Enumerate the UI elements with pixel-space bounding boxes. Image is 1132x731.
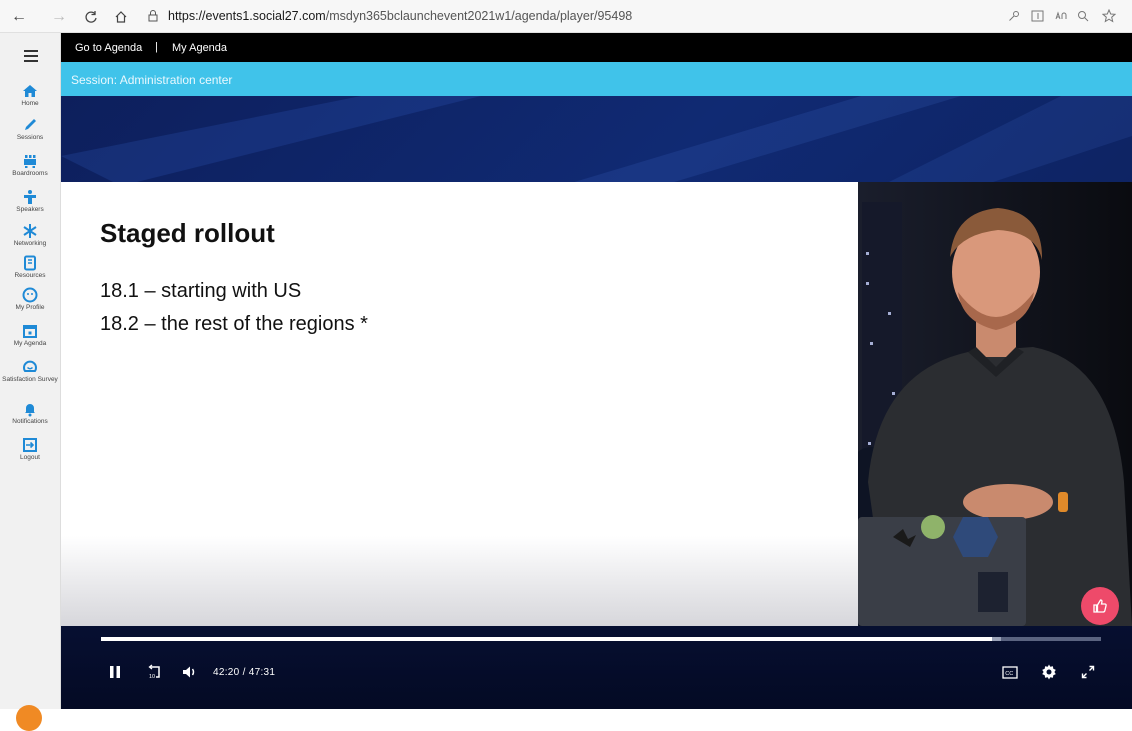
back-arrow-icon[interactable]: ← xyxy=(8,6,30,28)
sidebar-item-satisfaction-survey[interactable]: Satisfaction Survey xyxy=(0,359,60,384)
sidebar-item-networking[interactable]: Networking xyxy=(0,223,60,248)
sidebar-item-my-profile[interactable]: My Profile xyxy=(0,287,60,312)
logout-icon xyxy=(23,438,37,452)
fullscreen-button[interactable] xyxy=(1079,663,1097,681)
slide-title: Staged rollout xyxy=(100,218,275,248)
progress-fill xyxy=(101,637,992,641)
survey-icon xyxy=(23,360,37,372)
svg-text:CC: CC xyxy=(1005,671,1013,677)
rewind-10-button[interactable]: 10 xyxy=(145,663,163,681)
zoom-icon[interactable] xyxy=(1074,7,1092,25)
home-icon xyxy=(23,85,37,97)
sidebar-item-sessions[interactable]: Sessions xyxy=(0,117,60,142)
boardroom-icon xyxy=(24,155,36,168)
closed-captions-icon: CC xyxy=(1002,665,1018,679)
thumbs-up-icon xyxy=(1093,599,1107,613)
sidebar-item-logout[interactable]: Logout xyxy=(0,437,60,462)
sidebar-item-label: My Profile xyxy=(15,304,45,311)
sidebar-item-home[interactable]: Home xyxy=(0,83,60,108)
read-aloud-icon[interactable] xyxy=(1052,7,1070,25)
slide-line: 18.1 – starting with US xyxy=(100,280,302,302)
fullscreen-icon xyxy=(1081,665,1095,679)
nav-separator: | xyxy=(155,41,158,53)
sidebar-item-label: My Agenda xyxy=(13,340,47,347)
sidebar-item-label: Notifications xyxy=(12,418,48,425)
resources-icon xyxy=(24,255,36,271)
rewind-10-icon: 10 xyxy=(148,664,160,680)
my-agenda-link[interactable]: My Agenda xyxy=(172,42,227,54)
sidebar-item-label: Boardrooms xyxy=(12,170,48,177)
sidebar-item-boardrooms[interactable]: Boardrooms xyxy=(0,153,60,178)
browser-toolbar: ← → https://events1.social27.com/msdyn36… xyxy=(0,0,1132,33)
sidebar-item-label: Logout xyxy=(20,454,40,461)
svg-text:10: 10 xyxy=(149,674,155,680)
url-host: https://events1.social27.com xyxy=(168,9,326,23)
reader-view-icon[interactable] xyxy=(1028,7,1046,25)
url-path: /msdyn365bclaunchevent2021w1/agenda/play… xyxy=(325,9,633,23)
refresh-icon[interactable] xyxy=(80,6,102,28)
sidebar-item-label: Satisfaction Survey xyxy=(2,376,58,383)
sidebar-item-label: Home xyxy=(21,100,39,107)
session-header: Session: Administration center xyxy=(61,62,1132,96)
sidebar-item-label: Resources xyxy=(14,272,46,279)
speaker-icon xyxy=(24,190,36,204)
url-text: https://events1.social27.com/msdyn365bcl… xyxy=(168,9,632,23)
left-sidebar: Home Sessions Boardrooms Speakers Networ… xyxy=(0,33,61,731)
gear-icon xyxy=(1042,664,1056,680)
sidebar-item-label: Speakers xyxy=(16,206,44,213)
sidebar-item-notifications[interactable]: Notifications xyxy=(0,401,60,426)
like-button[interactable] xyxy=(1081,587,1119,625)
address-bar[interactable]: https://events1.social27.com/msdyn365bcl… xyxy=(146,4,632,28)
captions-button[interactable]: CC xyxy=(1001,663,1019,681)
sidebar-item-speakers[interactable]: Speakers xyxy=(0,189,60,214)
player-controls: 10 42:20 / 47:31 CC xyxy=(61,626,1132,709)
speaker-image xyxy=(858,182,1132,626)
pause-button[interactable] xyxy=(107,663,123,681)
session-title: Session: Administration center xyxy=(71,73,233,87)
sidebar-item-my-agenda[interactable]: My Agenda xyxy=(0,323,60,348)
favorite-star-icon[interactable] xyxy=(1100,7,1118,25)
profile-icon xyxy=(22,287,38,303)
menu-hamburger-icon[interactable] xyxy=(24,50,38,62)
volume-button[interactable] xyxy=(181,663,199,681)
slide-fade xyxy=(61,536,858,626)
presentation-slide: Staged rollout 18.1 – starting with US 1… xyxy=(61,182,858,626)
time-display: 42:20 / 47:31 xyxy=(213,667,276,678)
speaker-video-feed xyxy=(858,182,1132,626)
top-nav-bar: Go to Agenda | My Agenda xyxy=(61,33,1132,62)
go-to-agenda-link[interactable]: Go to Agenda xyxy=(75,42,142,54)
networking-icon xyxy=(23,224,37,238)
bell-icon xyxy=(25,404,35,417)
pencil-icon xyxy=(25,119,36,130)
pause-icon xyxy=(110,666,120,678)
slide-line: 18.2 – the rest of the regions * xyxy=(100,313,368,335)
progress-bar[interactable] xyxy=(101,637,1101,641)
video-player[interactable]: Staged rollout 18.1 – starting with US 1… xyxy=(61,96,1132,709)
calendar-icon xyxy=(23,325,37,338)
forward-arrow-icon[interactable]: → xyxy=(48,6,70,28)
sidebar-item-resources[interactable]: Resources xyxy=(0,255,60,280)
sidebar-item-label: Sessions xyxy=(16,134,44,141)
settings-button[interactable] xyxy=(1040,663,1058,681)
sidebar-item-label: Networking xyxy=(13,240,47,247)
key-icon[interactable] xyxy=(1005,7,1023,25)
home-browser-icon[interactable] xyxy=(110,6,132,28)
lock-icon xyxy=(148,10,158,22)
volume-icon xyxy=(183,666,195,678)
